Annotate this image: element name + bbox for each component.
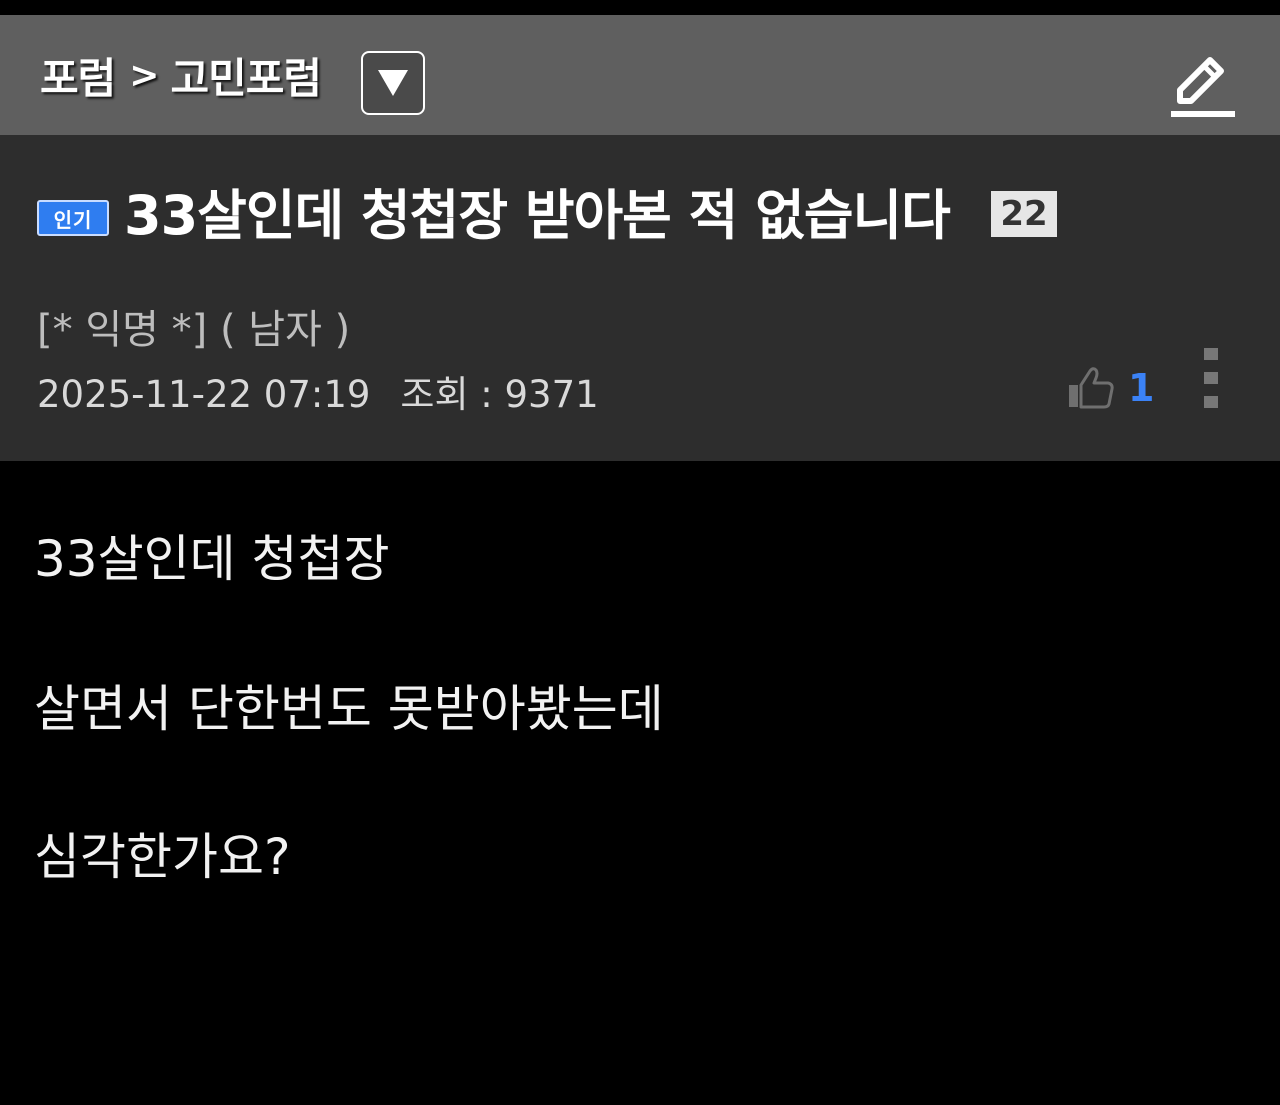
like-button[interactable]: 1 bbox=[1068, 360, 1154, 416]
pencil-icon bbox=[1171, 57, 1235, 117]
post-meta: 2025-11-22 07:19 조회 : 9371 bbox=[37, 368, 599, 422]
post-author: [* 익명 *] ( 남자 ) bbox=[37, 307, 351, 353]
breadcrumb-separator: > bbox=[129, 54, 159, 96]
view-count: 조회 : 9371 bbox=[400, 373, 599, 416]
top-header: 포럼 > 고민포럼 bbox=[0, 15, 1280, 135]
like-count: 1 bbox=[1128, 366, 1155, 410]
write-post-button[interactable] bbox=[1166, 51, 1240, 125]
body-line-3: 심각한가요? bbox=[34, 828, 291, 886]
thumbs-up-icon bbox=[1069, 367, 1114, 409]
popular-badge: 인기 bbox=[37, 200, 109, 236]
more-options-button[interactable] bbox=[1196, 346, 1226, 412]
breadcrumb: 포럼 > 고민포럼 bbox=[40, 43, 322, 107]
triangle-down-icon bbox=[378, 70, 408, 96]
post-title: 33살인데 청첩장 받아본 적 없습니다 bbox=[124, 184, 951, 247]
more-dot bbox=[1204, 348, 1218, 360]
breadcrumb-current[interactable]: 고민포럼 bbox=[170, 45, 322, 106]
body-line-1: 33살인데 청첩장 bbox=[34, 530, 390, 588]
comment-count-badge[interactable]: 22 bbox=[991, 191, 1057, 237]
forum-dropdown-button[interactable] bbox=[361, 51, 425, 115]
post-datetime: 2025-11-22 07:19 bbox=[37, 373, 371, 416]
more-dot bbox=[1204, 372, 1218, 384]
breadcrumb-root[interactable]: 포럼 bbox=[40, 45, 116, 106]
more-dot bbox=[1204, 396, 1218, 408]
status-strip bbox=[0, 0, 1280, 15]
body-line-2: 살면서 단한번도 못받아봤는데 bbox=[34, 680, 664, 738]
